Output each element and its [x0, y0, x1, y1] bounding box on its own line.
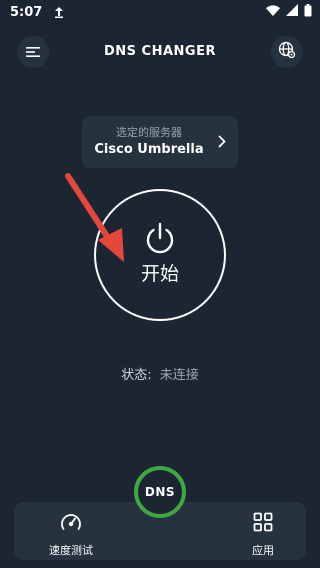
connection-status-label: 状态:: [121, 368, 152, 383]
dns-fab-label: DNS: [144, 485, 176, 499]
server-caption: 选定的服务器: [116, 126, 182, 139]
tab-speed-test[interactable]: 速度测试: [31, 512, 111, 558]
globe-settings-icon: [278, 41, 296, 63]
globe-settings-button[interactable]: [271, 36, 303, 68]
annotation-arrow: [60, 170, 132, 270]
chevron-right-icon: [218, 135, 226, 148]
status-time: 5:07: [10, 4, 43, 20]
tab-apps-label: 应用: [252, 544, 274, 557]
status-bar: 5:07: [0, 0, 320, 24]
connection-status: 状态: 未连接: [0, 364, 320, 383]
start-label: 开始: [140, 262, 179, 285]
upload-arrow-icon: [54, 6, 64, 18]
cellular-signal-icon: [286, 4, 298, 20]
server-name: Cisco Umbrella: [94, 142, 204, 157]
connection-status-value: 未连接: [159, 368, 199, 383]
grid-icon: [253, 512, 273, 536]
tab-apps[interactable]: 应用: [223, 512, 303, 558]
dns-fab-button[interactable]: DNS: [134, 466, 186, 518]
speedometer-icon: [60, 512, 82, 536]
status-icons: [266, 3, 312, 21]
server-selector[interactable]: 选定的服务器 Cisco Umbrella: [82, 116, 238, 168]
wifi-icon: [266, 4, 280, 20]
power-icon: [143, 221, 177, 255]
hamburger-menu-icon: [26, 43, 40, 62]
app-bar: DNS CHANGER: [0, 34, 320, 70]
app-title: DNS CHANGER: [104, 44, 216, 59]
battery-icon: [304, 3, 312, 21]
menu-button[interactable]: [17, 36, 49, 68]
tab-speed-test-label: 速度测试: [49, 544, 93, 557]
